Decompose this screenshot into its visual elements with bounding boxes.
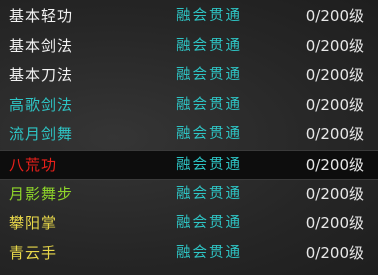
skill-name: 高歌剑法 bbox=[9, 95, 74, 114]
skill-name: 攀阳掌 bbox=[9, 214, 58, 233]
skill-level: 0/200级 bbox=[305, 66, 364, 85]
skill-name: 八荒功 bbox=[9, 155, 58, 174]
skill-mastery: 融会贯通 bbox=[176, 244, 242, 261]
skill-row[interactable]: 流月剑舞 融会贯通 0/200级 bbox=[0, 120, 378, 150]
skill-mastery: 融会贯通 bbox=[176, 8, 242, 24]
skill-row[interactable]: 月影舞步 融会贯通 0/200级 bbox=[0, 180, 378, 210]
skill-level: 0/200级 bbox=[305, 36, 364, 55]
skill-mastery: 融会贯通 bbox=[176, 156, 242, 173]
skill-row[interactable]: 攀阳掌 融会贯通 0/200级 bbox=[0, 209, 378, 239]
skill-name: 基本刀法 bbox=[9, 66, 74, 85]
skill-level: 0/200级 bbox=[305, 184, 364, 203]
skill-row-selected[interactable]: 八荒功 融会贯通 0/200级 bbox=[0, 149, 378, 180]
skill-list: 基本轻功 融会贯通 0/200级 基本剑法 融会贯通 0/200级 基本刀法 融… bbox=[0, 2, 378, 268]
skill-name: 基本轻功 bbox=[9, 7, 74, 25]
skill-level: 0/200级 bbox=[305, 243, 364, 262]
skill-mastery: 融会贯通 bbox=[176, 126, 242, 143]
skill-mastery: 融会贯通 bbox=[176, 37, 242, 54]
skill-row[interactable]: 基本剑法 融会贯通 0/200级 bbox=[0, 32, 378, 62]
skill-level: 0/200级 bbox=[305, 95, 364, 114]
skill-level: 0/200级 bbox=[305, 214, 364, 233]
skill-name: 月影舞步 bbox=[9, 184, 74, 203]
skill-row[interactable]: 基本轻功 融会贯通 0/200级 bbox=[0, 2, 378, 32]
skill-mastery: 融会贯通 bbox=[176, 96, 242, 113]
skill-name: 青云手 bbox=[9, 243, 58, 262]
skill-row[interactable]: 高歌剑法 融会贯通 0/200级 bbox=[0, 91, 378, 121]
skill-level: 0/200级 bbox=[305, 155, 364, 174]
skill-row[interactable]: 基本刀法 融会贯通 0/200级 bbox=[0, 61, 378, 91]
skill-name: 流月剑舞 bbox=[9, 125, 74, 144]
skill-level: 0/200级 bbox=[305, 125, 364, 144]
skill-mastery: 融会贯通 bbox=[176, 67, 242, 84]
skill-name: 基本剑法 bbox=[9, 36, 74, 55]
skill-mastery: 融会贯通 bbox=[176, 185, 242, 202]
skill-row[interactable]: 青云手 融会贯通 0/200级 bbox=[0, 239, 378, 269]
skill-mastery: 融会贯通 bbox=[176, 215, 242, 232]
skill-level: 0/200级 bbox=[305, 7, 364, 25]
